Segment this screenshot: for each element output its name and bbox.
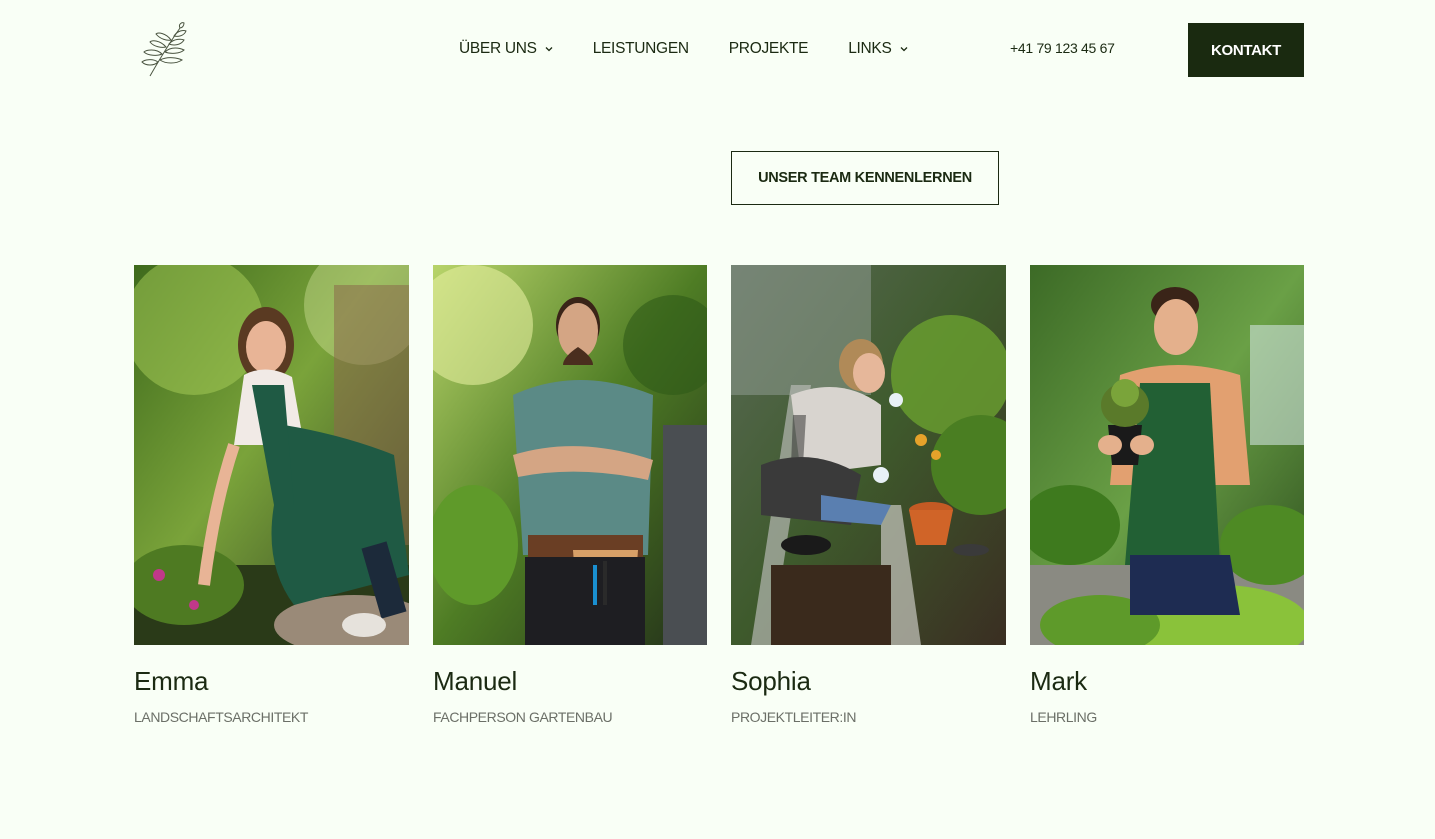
team-card-emma: Emma LANDSCHAFTSARCHITEKT <box>134 265 409 725</box>
member-name: Emma <box>134 666 209 696</box>
member-name: Sophia <box>731 666 811 696</box>
phone-link[interactable]: +41 79 123 45 67 <box>1010 40 1115 56</box>
nav-item-leistungen[interactable]: LEISTUNGEN <box>593 40 689 58</box>
member-role: LEHRLING <box>1030 709 1097 725</box>
contact-button[interactable]: KONTAKT <box>1188 23 1304 77</box>
nav-item-projekte[interactable]: PROJEKTE <box>728 40 809 58</box>
chevron-down-icon <box>545 47 553 52</box>
chevron-down-icon <box>900 47 907 52</box>
team-card-sophia: Sophia PROJEKTLEITER:IN <box>731 265 1006 725</box>
member-name: Manuel <box>433 666 518 696</box>
nav-label: LEISTUNGEN <box>592 40 689 57</box>
meet-team-button[interactable]: UNSER TEAM KENNENLERNEN <box>731 151 999 205</box>
nav-item-ueber-uns[interactable]: ÜBER UNS <box>459 40 553 58</box>
gardener-man-holding-pot-photo <box>1030 265 1304 645</box>
member-role: FACHPERSON GARTENBAU <box>433 709 613 725</box>
nav-label: PROJEKTE <box>728 40 809 57</box>
member-role: PROJEKTLEITER:IN <box>731 709 857 725</box>
main-nav: ÜBER UNS LEISTUNGEN PROJEKTE LINKS <box>459 38 908 60</box>
logo[interactable] <box>138 22 190 78</box>
nav-label: ÜBER UNS <box>459 40 537 57</box>
nav-item-links[interactable]: LINKS <box>848 40 907 58</box>
gardener-man-arms-crossed-photo <box>433 265 707 645</box>
leaf-branch-icon <box>141 22 187 77</box>
team-card-manuel: Manuel FACHPERSON GARTENBAU <box>433 265 707 725</box>
member-role: LANDSCHAFTSARCHITEKT <box>134 709 309 725</box>
nav-label: LINKS <box>848 40 892 57</box>
gardener-woman-smelling-plant-photo <box>731 265 1006 645</box>
member-name: Mark <box>1030 666 1087 696</box>
gardener-woman-planting-photo <box>134 265 409 645</box>
page: ÜBER UNS LEISTUNGEN PROJEKTE LINKS +41 7… <box>0 0 1435 839</box>
team-card-mark: Mark LEHRLING <box>1030 265 1304 725</box>
